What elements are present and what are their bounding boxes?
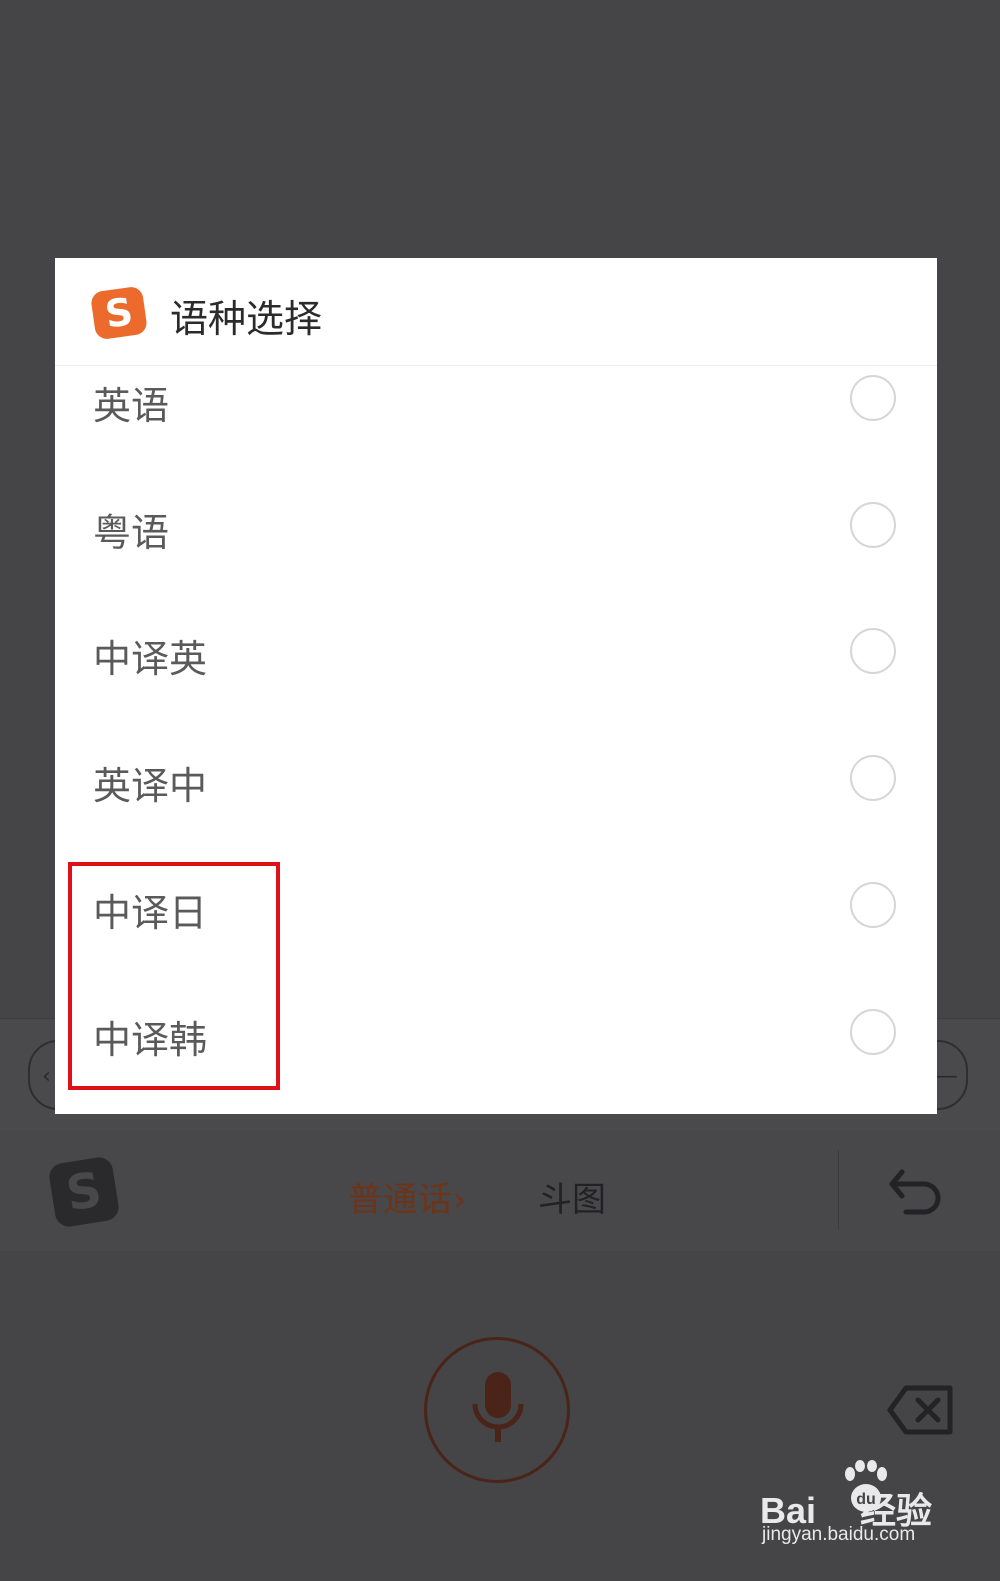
chevron-left-icon: ‹ [42,1064,51,1089]
option-english[interactable]: 英语 [55,347,937,473]
undo-icon[interactable] [880,1160,952,1220]
keyboard-toolbar [0,1131,1000,1251]
radio-button[interactable] [850,375,896,421]
option-label: 中译英 [93,637,208,681]
option-zh-to-en[interactable]: 中译英 [55,600,937,726]
dash-icon: — [936,1064,958,1089]
option-en-to-zh[interactable]: 英译中 [55,727,937,853]
radio-button[interactable] [850,1009,896,1055]
sogou-logo-icon[interactable]: S [47,1155,121,1229]
microphone-icon [472,1372,524,1442]
sogou-app-icon: S [89,285,149,341]
dialog-title: 语种选择 [170,297,323,341]
radio-button[interactable] [850,502,896,548]
baidu-jingyan-watermark: Bai 经验 du jingyan.baidu.com [760,1460,950,1550]
highlight-annotation-box [68,862,280,1090]
meme-button[interactable]: 斗图 [538,1172,606,1221]
voice-input-button[interactable] [424,1337,570,1483]
radio-button[interactable] [850,882,896,928]
mandarin-language-button[interactable]: 普通话› [348,1172,468,1221]
option-label: 英译中 [93,764,208,808]
watermark-url: jingyan.baidu.com [762,1524,916,1545]
svg-text:du: du [856,1491,876,1508]
option-label: 英语 [93,384,170,428]
radio-button[interactable] [850,755,896,801]
backspace-icon[interactable] [886,1384,956,1436]
radio-button[interactable] [850,628,896,674]
toolbar-divider [838,1150,839,1230]
option-cantonese[interactable]: 粤语 [55,474,937,600]
option-label: 粤语 [93,511,170,555]
paw-icon: du [845,1460,887,1512]
